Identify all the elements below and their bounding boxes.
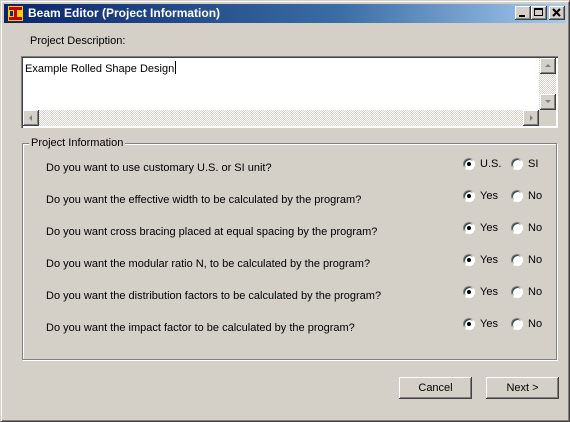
option-no-label: No bbox=[528, 190, 543, 202]
question-modular-ratio: Do you want the modular ratio N, to be c… bbox=[46, 258, 371, 270]
option-cross-bracing-yes[interactable]: Yes bbox=[463, 222, 498, 234]
radio-cross-bracing-no[interactable] bbox=[511, 222, 523, 234]
option-modular-ratio-yes[interactable]: Yes bbox=[463, 254, 498, 266]
cancel-button[interactable]: Cancel bbox=[399, 377, 472, 399]
arrow-up-icon bbox=[545, 64, 551, 67]
option-si-label: SI bbox=[528, 158, 539, 170]
option-effective-width-no[interactable]: No bbox=[511, 190, 542, 202]
maximize-icon bbox=[534, 8, 543, 16]
project-description-label: Project Description: bbox=[30, 35, 126, 47]
arrow-left-icon bbox=[29, 115, 32, 121]
question-units: Do you want to use customary U.S. or SI … bbox=[46, 162, 272, 174]
option-cross-bracing-no[interactable]: No bbox=[511, 222, 542, 234]
scrollbar-corner bbox=[539, 110, 556, 126]
arrow-down-icon bbox=[545, 100, 551, 103]
question-cross-bracing: Do you want cross bracing placed at equa… bbox=[46, 226, 378, 238]
option-yes-label: Yes bbox=[480, 222, 498, 234]
window-title: Beam Editor (Project Information) bbox=[28, 6, 221, 20]
project-information-group-title: Project Information bbox=[29, 137, 126, 149]
scroll-up-button[interactable] bbox=[540, 58, 556, 74]
option-effective-width-yes[interactable]: Yes bbox=[463, 190, 498, 202]
option-yes-label: Yes bbox=[480, 254, 498, 266]
radio-effective-width-yes[interactable] bbox=[463, 190, 475, 202]
project-description-value: Example Rolled Shape Design bbox=[25, 63, 175, 75]
next-button[interactable]: Next > bbox=[486, 377, 559, 399]
radio-modular-ratio-yes[interactable] bbox=[463, 254, 475, 266]
option-us-label: U.S. bbox=[480, 158, 502, 170]
arrow-right-icon bbox=[530, 115, 533, 121]
question-impact-factor: Do you want the impact factor to be calc… bbox=[46, 322, 355, 334]
option-yes-label: Yes bbox=[480, 286, 498, 298]
radio-impact-factor-no[interactable] bbox=[511, 318, 523, 330]
scroll-down-button[interactable] bbox=[540, 94, 556, 110]
option-us[interactable]: U.S. bbox=[463, 158, 501, 170]
radio-modular-ratio-no[interactable] bbox=[511, 254, 523, 266]
radio-us[interactable] bbox=[463, 158, 475, 170]
radio-si[interactable] bbox=[511, 158, 523, 170]
project-description-text-wrap: Example Rolled Shape Design bbox=[25, 61, 177, 75]
option-si[interactable]: SI bbox=[511, 158, 538, 170]
option-no-label: No bbox=[528, 318, 543, 330]
beam-app-icon[interactable] bbox=[8, 6, 23, 21]
option-modular-ratio-no[interactable]: No bbox=[511, 254, 542, 266]
question-distribution-factors: Do you want the distribution factors to … bbox=[46, 290, 382, 302]
option-impact-factor-no[interactable]: No bbox=[511, 318, 542, 330]
radio-distribution-factors-yes[interactable] bbox=[463, 286, 475, 298]
option-yes-label: Yes bbox=[480, 190, 498, 202]
text-caret bbox=[175, 61, 177, 74]
radio-effective-width-no[interactable] bbox=[511, 190, 523, 202]
option-distribution-factors-yes[interactable]: Yes bbox=[463, 286, 498, 298]
beam-editor-window: Beam Editor (Project Information) Projec… bbox=[0, 0, 570, 422]
option-no-label: No bbox=[528, 222, 543, 234]
close-icon bbox=[552, 8, 561, 17]
option-yes-label: Yes bbox=[480, 318, 498, 330]
minimize-button[interactable] bbox=[515, 6, 531, 20]
scroll-right-button[interactable] bbox=[523, 110, 539, 126]
minimize-icon bbox=[519, 15, 525, 17]
title-bar[interactable]: Beam Editor (Project Information) bbox=[4, 4, 566, 23]
option-impact-factor-yes[interactable]: Yes bbox=[463, 318, 498, 330]
scroll-left-button[interactable] bbox=[23, 110, 39, 126]
option-no-label: No bbox=[528, 254, 543, 266]
project-description-textarea[interactable]: Example Rolled Shape Design bbox=[21, 56, 558, 128]
option-distribution-factors-no[interactable]: No bbox=[511, 286, 542, 298]
option-no-label: No bbox=[528, 286, 543, 298]
vertical-scrollbar[interactable] bbox=[539, 58, 556, 110]
radio-cross-bracing-yes[interactable] bbox=[463, 222, 475, 234]
radio-distribution-factors-no[interactable] bbox=[511, 286, 523, 298]
question-effective-width: Do you want the effective width to be ca… bbox=[46, 194, 362, 206]
maximize-button[interactable] bbox=[531, 6, 547, 20]
radio-impact-factor-yes[interactable] bbox=[463, 318, 475, 330]
horizontal-scrollbar[interactable] bbox=[23, 110, 539, 126]
close-button[interactable] bbox=[549, 6, 565, 20]
